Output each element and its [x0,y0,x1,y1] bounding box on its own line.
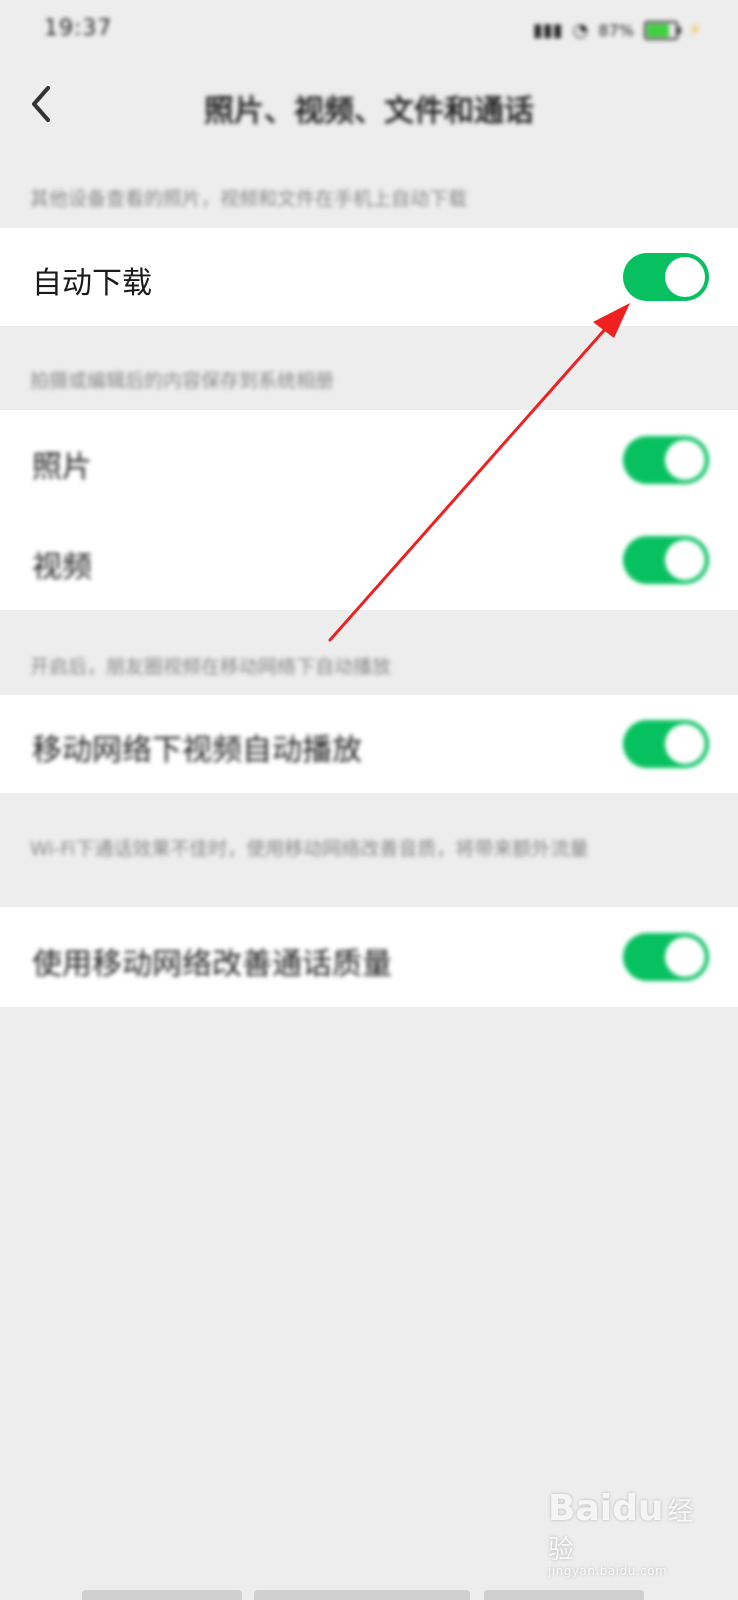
bottom-bar-right [484,1590,644,1600]
baidu-watermark: Baidu 经验 jingyan.baidu.com [548,1488,718,1578]
bottom-bar-left [82,1590,242,1600]
watermark-url: jingyan.baidu.com [548,1564,668,1578]
bottom-bar-center [254,1590,470,1600]
watermark-brand: Baidu [548,1488,664,1529]
settings-screen: 19:37 ▮▮▮ ◔ 87% ⚡ 照片、视频、文件和通话 其他设备查看的照片，… [0,0,738,1600]
annotation-arrow [328,303,630,642]
